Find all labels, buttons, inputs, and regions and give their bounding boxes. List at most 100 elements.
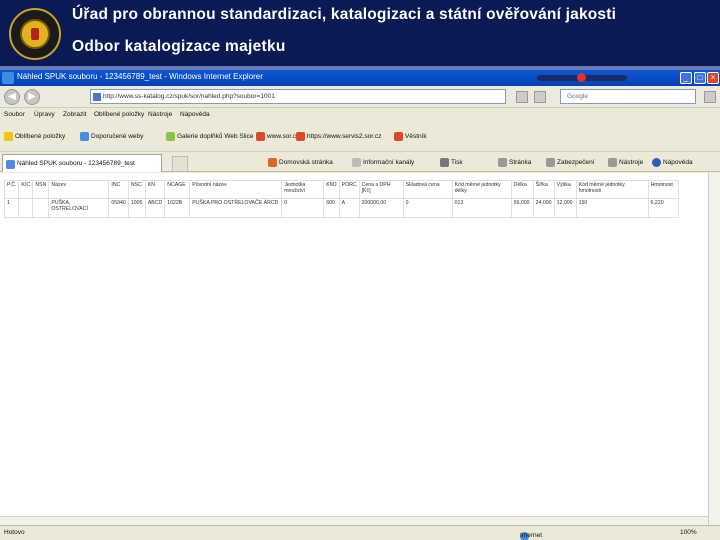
column-header: Cena s DPH [Kč] xyxy=(358,180,404,199)
tab-active[interactable]: Náhled SPUK souboru - 123456789_test xyxy=(2,154,162,172)
volume-knob[interactable] xyxy=(577,73,586,82)
menu-item-view[interactable]: Zobrazit xyxy=(63,111,86,118)
page-content: P.Č. KIC NSN Název INC NSC KN NCAGE Půvo… xyxy=(0,173,708,525)
forward-button[interactable]: ▶ xyxy=(24,89,40,105)
shield-icon xyxy=(546,158,555,167)
table-header-row: P.Č. KIC NSN Název INC NSC KN NCAGE Půvo… xyxy=(3,180,679,199)
maximize-button[interactable]: □ xyxy=(694,72,706,84)
link-vestnik[interactable]: Věstník xyxy=(394,132,427,141)
home-icon xyxy=(268,158,277,167)
window-title-bar: Náhled SPUK souboru - 123456789_test - W… xyxy=(0,70,720,86)
page-button[interactable]: Stránka xyxy=(498,158,531,167)
cmd-label: Informační kanály xyxy=(363,159,415,167)
page-icon xyxy=(93,93,101,101)
close-button[interactable]: × xyxy=(707,72,719,84)
help-button[interactable]: Nápověda xyxy=(652,158,693,167)
menu-item-file[interactable]: Soubor xyxy=(4,111,25,118)
refresh-icon[interactable] xyxy=(516,91,528,103)
link-servis2[interactable]: https://www.servis2.sor.cz xyxy=(296,132,381,141)
vertical-scrollbar[interactable] xyxy=(708,173,720,525)
ie-logo-icon xyxy=(2,72,14,84)
column-header: NSC xyxy=(127,180,146,199)
slide: Úřad pro obrannou standardizaci, katalog… xyxy=(0,0,720,540)
menu-item-edit[interactable]: Úpravy xyxy=(34,111,55,118)
column-header: Délka xyxy=(510,180,534,199)
table-cell: 150 xyxy=(575,198,649,218)
table-cell: 600 xyxy=(323,198,340,218)
menu-item-tools[interactable]: Nástroje xyxy=(148,111,172,118)
volume-slider[interactable] xyxy=(537,73,627,82)
cmd-label: Domovská stránka xyxy=(279,159,333,167)
link-suggested-sites[interactable]: Doporučené weby xyxy=(80,132,143,141)
table-cell: 1005 xyxy=(127,198,146,218)
favorites-button[interactable]: Oblíbené položky xyxy=(4,132,65,141)
new-tab-button[interactable] xyxy=(172,156,188,172)
menu-bar: Soubor Úpravy Zobrazit Oblíbené položky … xyxy=(0,108,720,122)
table-cell: 12,000 xyxy=(553,198,577,218)
link-label: Doporučené weby xyxy=(91,133,144,141)
column-header: Kód měrné jednotky hmotnosti xyxy=(575,180,649,199)
search-placeholder: Google xyxy=(567,93,588,100)
page-icon xyxy=(80,132,89,141)
table-cell: 1022B xyxy=(164,198,191,218)
safety-button[interactable]: Zabezpečení xyxy=(546,158,595,167)
help-icon xyxy=(652,158,661,167)
address-toolbar: ◀ ▶ http://www.ss-katalog.cz/spuk/sor/na… xyxy=(0,86,720,108)
agency-emblem-logo xyxy=(9,8,61,60)
table-cell: PUŠKA, OSTŘELOVACÍ xyxy=(48,198,110,218)
horizontal-scrollbar[interactable] xyxy=(0,516,708,525)
link-label: https://www.servis2.sor.cz xyxy=(307,133,382,141)
favorites-label: Oblíbené položky xyxy=(15,133,66,141)
column-header: Výška xyxy=(553,180,577,199)
table-cell: 05940 xyxy=(108,198,129,218)
cmd-label: Stránka xyxy=(509,159,532,167)
tab-bar: Náhled SPUK souboru - 123456789_test Dom… xyxy=(0,152,720,172)
link-label: www.sor.cz xyxy=(267,133,300,141)
menu-item-favorites[interactable]: Oblíbené položky xyxy=(94,111,144,118)
menu-item-help[interactable]: Nápověda xyxy=(180,111,210,118)
column-header: Jednotka množství xyxy=(281,180,325,199)
column-header: NSN xyxy=(32,180,50,199)
table-row[interactable]: 1 PUŠKA, OSTŘELOVACÍ 05940 1005 ABCD 102… xyxy=(3,198,679,218)
table-cell: 59,000 xyxy=(510,198,534,218)
column-header: Původní název xyxy=(189,180,283,199)
window-title: Náhled SPUK souboru - 123456789_test - W… xyxy=(17,72,263,81)
catalog-table: P.Č. KIC NSN Název INC NSC KN NCAGE Půvo… xyxy=(3,180,679,218)
zone-label: Internet xyxy=(520,532,543,539)
search-icon[interactable] xyxy=(704,91,716,103)
favorites-bar: Oblíbené položky Doporučené weby Galerie… xyxy=(0,122,720,152)
page-icon xyxy=(256,132,265,141)
column-header: KN xyxy=(144,180,166,199)
page-icon xyxy=(498,158,507,167)
back-button[interactable]: ◀ xyxy=(4,89,20,105)
table-cell: A xyxy=(338,198,360,218)
table-cell xyxy=(32,198,50,218)
slide-subtitle: Odbor katalogizace majetku xyxy=(72,38,286,55)
tools-button[interactable]: Nástroje xyxy=(608,158,643,167)
column-header: Šířka xyxy=(532,180,555,199)
column-header: P.Č. xyxy=(3,180,20,199)
table-cell xyxy=(18,198,34,218)
feeds-button[interactable]: Informační kanály xyxy=(352,158,414,167)
gear-icon xyxy=(608,158,617,167)
column-header: KIC xyxy=(18,180,34,199)
minimize-button[interactable]: _ xyxy=(680,72,692,84)
cmd-label: Nápověda xyxy=(663,159,693,167)
address-text: http://www.ss-katalog.cz/spuk/sor/nahled… xyxy=(103,93,275,100)
cmd-label: Tisk xyxy=(451,159,463,167)
table-cell: 013 xyxy=(451,198,512,218)
print-button[interactable]: Tisk xyxy=(440,158,463,167)
zoom-control[interactable]: 100% xyxy=(680,529,697,536)
link-sor[interactable]: www.sor.cz xyxy=(256,132,300,141)
search-input[interactable]: Google xyxy=(560,89,696,104)
link-label: Galerie doplňků Web Slice xyxy=(177,133,254,141)
rss-icon xyxy=(352,158,361,167)
address-bar[interactable]: http://www.ss-katalog.cz/spuk/sor/nahled… xyxy=(90,89,506,104)
cmd-label: Nástroje xyxy=(619,159,644,167)
status-bar: Hotovo Internet 100% xyxy=(0,525,720,540)
tab-label: Náhled SPUK souboru - 123456789_test xyxy=(17,160,135,167)
home-button[interactable]: Domovská stránka xyxy=(268,158,333,167)
page-icon xyxy=(6,160,15,169)
stop-icon[interactable] xyxy=(534,91,546,103)
link-web-slice[interactable]: Galerie doplňků Web Slice xyxy=(166,132,253,141)
